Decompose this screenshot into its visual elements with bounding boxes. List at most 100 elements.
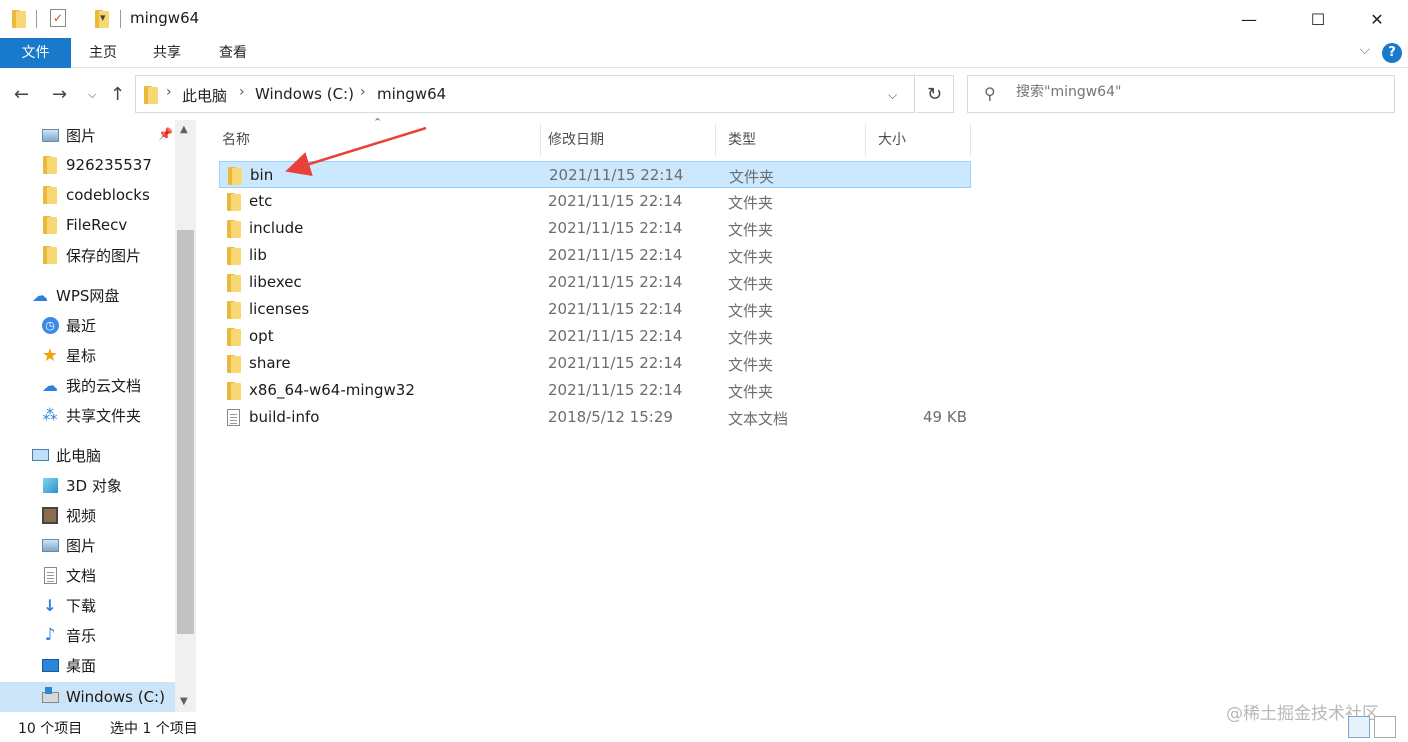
scroll-up-icon[interactable]: ▲ bbox=[180, 124, 188, 135]
divider bbox=[36, 10, 37, 28]
file-date: 2021/11/15 22:14 bbox=[549, 166, 684, 184]
pin-icon[interactable]: 📌 bbox=[158, 127, 173, 141]
navigation-bar: ← → ⌵ ↑ › 此电脑 › Windows (C:) › mingw64 ⌵… bbox=[0, 70, 1408, 120]
properties-icon[interactable]: ✓ bbox=[50, 9, 66, 27]
maximize-button[interactable]: ☐ bbox=[1295, 0, 1341, 38]
chevron-down-icon[interactable]: ⌵ bbox=[1359, 42, 1370, 58]
sidebar-item-downloads[interactable]: ↓ 下载 bbox=[40, 590, 96, 620]
download-icon: ↓ bbox=[43, 595, 57, 615]
file-type: 文件夹 bbox=[728, 221, 774, 239]
file-type: 文件夹 bbox=[728, 356, 774, 374]
sidebar-item-filerecv[interactable]: FileRecv bbox=[40, 210, 127, 240]
breadcrumb-current[interactable]: mingw64 bbox=[377, 85, 446, 103]
file-date: 2021/11/15 22:14 bbox=[548, 300, 683, 318]
column-header-name[interactable]: 名称 bbox=[210, 124, 541, 156]
file-name: libexec bbox=[249, 273, 302, 291]
recent-locations-icon[interactable]: ⌵ bbox=[88, 88, 96, 102]
file-name: opt bbox=[249, 327, 274, 345]
chevron-right-icon[interactable]: › bbox=[166, 84, 172, 100]
sidebar-scrollbar-thumb[interactable] bbox=[177, 230, 194, 634]
address-bar[interactable]: › 此电脑 › Windows (C:) › mingw64 ⌵ bbox=[135, 75, 915, 113]
column-header-date[interactable]: 修改日期 bbox=[536, 124, 716, 156]
sidebar-item-pictures-quick[interactable]: 图片 bbox=[40, 120, 96, 150]
table-row[interactable]: licenses 2021/11/15 22:14 文件夹 bbox=[219, 296, 971, 323]
video-icon bbox=[40, 506, 60, 524]
sidebar-item-cloud-docs[interactable]: ☁ 我的云文档 bbox=[40, 370, 141, 400]
file-name: lib bbox=[249, 246, 267, 264]
table-row[interactable]: x86_64-w64-mingw32 2021/11/15 22:14 文件夹 bbox=[219, 377, 971, 404]
cloud-doc-icon: ☁ bbox=[42, 375, 58, 395]
sidebar-item-this-pc[interactable]: 此电脑 bbox=[30, 440, 101, 470]
sidebar-item-videos[interactable]: 视频 bbox=[40, 500, 96, 530]
cube-icon bbox=[40, 476, 60, 494]
customize-toolbar-icon[interactable]: ▾ bbox=[100, 11, 106, 24]
sidebar-item-windows-c[interactable]: Windows (C:) bbox=[40, 682, 165, 712]
sidebar-item-926235537[interactable]: 926235537 bbox=[40, 150, 152, 180]
file-type: 文本文档 bbox=[728, 410, 789, 428]
sidebar-item-desktop[interactable]: 桌面 bbox=[40, 650, 96, 680]
file-date: 2021/11/15 22:14 bbox=[548, 273, 683, 291]
sidebar-item-label: 文档 bbox=[66, 566, 97, 585]
column-header-type[interactable]: 类型 bbox=[716, 124, 866, 156]
selected-count: 选中 1 个项目 bbox=[110, 721, 198, 737]
sidebar-item-codeblocks[interactable]: codeblocks bbox=[40, 180, 150, 210]
text-file-icon bbox=[227, 409, 240, 426]
file-date: 2021/11/15 22:14 bbox=[548, 192, 683, 210]
refresh-icon[interactable]: ↻ bbox=[916, 75, 954, 113]
details-view-icon[interactable] bbox=[1348, 716, 1370, 738]
sidebar-item-label: 星标 bbox=[66, 346, 97, 365]
folder-icon bbox=[227, 355, 241, 373]
sidebar-item-wps-drive[interactable]: ☁ WPS网盘 bbox=[30, 280, 119, 310]
navigation-pane: 图片 📌 926235537 codeblocks FileRecv 保存的图片… bbox=[0, 120, 196, 712]
column-header-size[interactable]: 大小 bbox=[866, 124, 971, 156]
table-row[interactable]: build-info 2018/5/12 15:29 文本文档 49 KB bbox=[219, 404, 971, 431]
document-icon bbox=[40, 566, 60, 584]
file-type: 文件夹 bbox=[728, 383, 774, 401]
up-arrow-icon[interactable]: ↑ bbox=[110, 84, 125, 105]
close-button[interactable]: ✕ bbox=[1354, 0, 1400, 38]
sidebar-item-recent[interactable]: ◷ 最近 bbox=[40, 310, 96, 340]
large-icons-view-icon[interactable] bbox=[1374, 716, 1396, 738]
table-row[interactable]: include 2021/11/15 22:14 文件夹 bbox=[219, 215, 971, 242]
forward-arrow-icon[interactable]: → bbox=[52, 84, 67, 105]
folder-icon bbox=[144, 86, 158, 104]
table-row[interactable]: etc 2021/11/15 22:14 文件夹 bbox=[219, 188, 971, 215]
sidebar-item-label: 我的云文档 bbox=[66, 376, 142, 395]
sidebar-item-starred[interactable]: ★ 星标 bbox=[40, 340, 96, 370]
search-input[interactable] bbox=[1016, 84, 1376, 100]
sidebar-item-3d-objects[interactable]: 3D 对象 bbox=[40, 470, 122, 500]
table-row[interactable]: lib 2021/11/15 22:14 文件夹 bbox=[219, 242, 971, 269]
folder-icon bbox=[40, 216, 60, 234]
sidebar-item-saved-pictures[interactable]: 保存的图片 bbox=[40, 240, 141, 270]
scroll-down-icon[interactable]: ▼ bbox=[180, 696, 188, 707]
table-row[interactable]: libexec 2021/11/15 22:14 文件夹 bbox=[219, 269, 971, 296]
breadcrumb-this-pc[interactable]: 此电脑 bbox=[182, 85, 227, 106]
chevron-right-icon[interactable]: › bbox=[239, 84, 245, 100]
file-name: x86_64-w64-mingw32 bbox=[249, 381, 415, 399]
search-icon: ⚲ bbox=[984, 84, 996, 103]
sidebar-item-label: FileRecv bbox=[66, 216, 128, 234]
tab-share[interactable]: 共享 bbox=[144, 38, 190, 68]
table-row[interactable]: share 2021/11/15 22:14 文件夹 bbox=[219, 350, 971, 377]
search-box[interactable]: ⚲ bbox=[967, 75, 1395, 113]
address-dropdown-icon[interactable]: ⌵ bbox=[888, 88, 897, 103]
sidebar-item-documents[interactable]: 文档 bbox=[40, 560, 96, 590]
back-arrow-icon[interactable]: ← bbox=[14, 84, 29, 105]
file-type: 文件夹 bbox=[728, 248, 774, 266]
tab-view[interactable]: 查看 bbox=[210, 38, 256, 68]
sidebar-item-pictures[interactable]: 图片 bbox=[40, 530, 96, 560]
tab-home[interactable]: 主页 bbox=[80, 38, 126, 68]
tab-file[interactable]: 文件 bbox=[0, 38, 71, 68]
minimize-button[interactable]: — bbox=[1226, 0, 1272, 38]
file-date: 2021/11/15 22:14 bbox=[548, 219, 683, 237]
table-row[interactable]: opt 2021/11/15 22:14 文件夹 bbox=[219, 323, 971, 350]
help-icon[interactable]: ? bbox=[1382, 43, 1402, 63]
clock-icon: ◷ bbox=[40, 316, 60, 334]
sidebar-item-label: 此电脑 bbox=[56, 446, 102, 465]
table-row[interactable]: bin 2021/11/15 22:14 文件夹 bbox=[219, 161, 971, 188]
file-type: 文件夹 bbox=[728, 275, 774, 293]
sidebar-item-shared-folder[interactable]: ⁂ 共享文件夹 bbox=[40, 400, 142, 430]
breadcrumb-drive[interactable]: Windows (C:) bbox=[255, 85, 354, 103]
sidebar-item-music[interactable]: ♪ 音乐 bbox=[40, 620, 96, 650]
chevron-right-icon[interactable]: › bbox=[360, 84, 366, 100]
